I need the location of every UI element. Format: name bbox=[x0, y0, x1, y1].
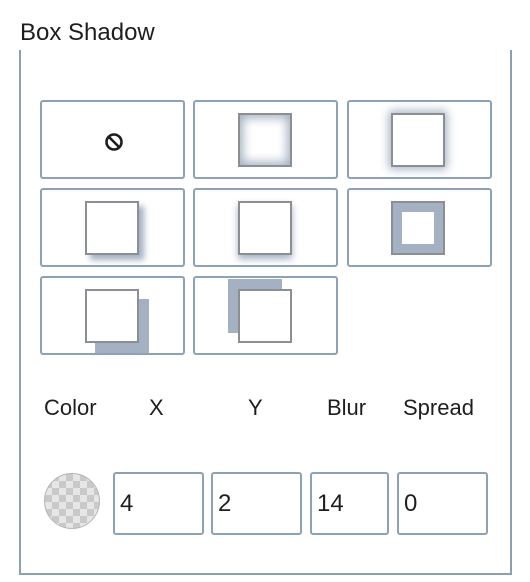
panel-title: Box Shadow bbox=[20, 19, 155, 46]
preset-preview-square bbox=[391, 113, 445, 167]
preset-preview-square bbox=[238, 201, 292, 255]
preset-hard-bottom-right-button[interactable] bbox=[40, 276, 185, 355]
box-shadow-panel: Box Shadow Color X Y Blur Spread bbox=[0, 0, 530, 582]
preset-inset-border-button[interactable] bbox=[347, 188, 492, 267]
preset-hard-top-left-button[interactable] bbox=[193, 276, 338, 355]
y-offset-input[interactable] bbox=[211, 472, 302, 535]
preset-preview-square bbox=[391, 201, 445, 255]
y-label: Y bbox=[248, 395, 263, 420]
spread-input[interactable] bbox=[397, 472, 488, 535]
color-label: Color bbox=[44, 395, 97, 420]
preset-preview-square bbox=[238, 113, 292, 167]
preset-soft-bottom-button[interactable] bbox=[193, 188, 338, 267]
preset-inset-glow-button[interactable] bbox=[193, 100, 338, 179]
spread-label: Spread bbox=[403, 395, 474, 420]
color-swatch-button[interactable] bbox=[44, 473, 100, 529]
blur-label: Blur bbox=[327, 395, 367, 420]
x-offset-input[interactable] bbox=[113, 472, 204, 535]
preset-preview-square bbox=[85, 289, 139, 343]
blur-input[interactable] bbox=[310, 472, 389, 535]
preset-none-button[interactable] bbox=[40, 100, 185, 179]
x-label: X bbox=[149, 395, 164, 420]
preset-preview-square bbox=[238, 289, 292, 343]
preset-preview-square bbox=[85, 201, 139, 255]
no-entry-icon bbox=[105, 133, 123, 151]
preset-drop-bottom-right-button[interactable] bbox=[40, 188, 185, 267]
preset-outer-glow-button[interactable] bbox=[347, 100, 492, 179]
